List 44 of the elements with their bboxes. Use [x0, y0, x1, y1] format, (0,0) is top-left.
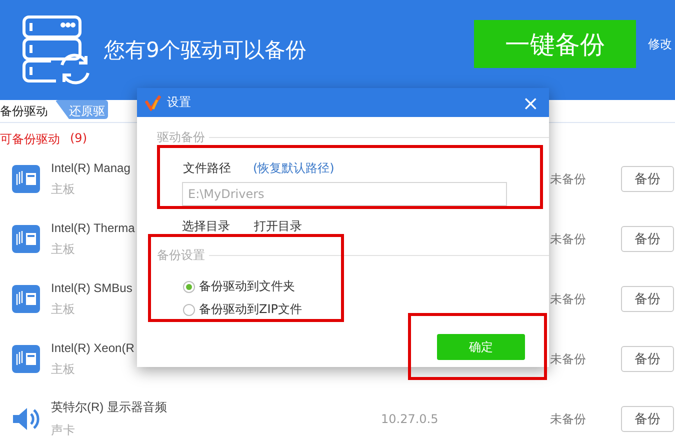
backup-status: 未备份 — [550, 410, 587, 428]
backup-button[interactable]: 备份 — [621, 226, 674, 252]
backup-button[interactable]: 备份 — [621, 166, 674, 192]
backup-button[interactable]: 备份 — [621, 346, 674, 372]
backup-status: 未备份 — [550, 290, 587, 308]
dialog-title: 设置 — [167, 94, 192, 111]
driver-version: 10.27.0.5 — [381, 412, 438, 426]
backup-status: 未备份 — [550, 170, 587, 188]
driver-name: Intel(R) SMBus — [51, 280, 132, 294]
driver-name: Intel(R) Therma — [51, 220, 135, 234]
group-label: 备份设置 — [157, 247, 549, 264]
driver-category: 主板 — [51, 240, 75, 258]
driver-category: 主板 — [51, 300, 75, 318]
device-card-icon — [12, 285, 40, 313]
restore-default-link[interactable]: (恢复默认路径) — [253, 160, 334, 177]
radio-button[interactable] — [183, 280, 195, 292]
backup-status: 未备份 — [550, 230, 587, 248]
speaker-icon — [12, 405, 40, 433]
radio-label: 备份驱动到文件夹 — [199, 278, 295, 295]
driver-name: Intel(R) Xeon(R — [51, 340, 134, 354]
device-card-icon — [12, 225, 40, 253]
driver-category: 主板 — [51, 360, 75, 378]
section-count: (9) — [70, 131, 87, 147]
directory-link[interactable]: 打开目录 — [254, 219, 302, 233]
driver-name: 英特尔(R) 显示器音频 — [51, 399, 167, 416]
radio-button[interactable] — [183, 304, 195, 316]
radio-label: 备份驱动到ZIP文件 — [199, 301, 302, 318]
directory-link[interactable]: 选择目录 — [182, 219, 230, 233]
app-logo-icon — [145, 94, 161, 110]
driver-category: 主板 — [51, 180, 75, 198]
settings-link[interactable]: 修改 — [648, 36, 675, 52]
device-card-icon — [12, 165, 40, 193]
field-label: 文件路径 — [183, 160, 231, 177]
backup-button[interactable]: 备份 — [621, 406, 674, 432]
close-button[interactable]: × — [522, 92, 539, 112]
backup-status: 未备份 — [550, 350, 587, 368]
group-label: 驱动备份 — [157, 129, 549, 146]
backup-summary-title: 您有9个驱动可以备份 — [104, 37, 308, 64]
driver-name: Intel(R) Manag — [51, 160, 130, 174]
device-card-icon — [12, 345, 40, 373]
server-sync-icon — [22, 15, 92, 85]
driver-category: 声卡 — [51, 422, 75, 439]
section-title: 可备份驱动 — [0, 131, 60, 148]
backup-button[interactable]: 备份 — [621, 286, 674, 312]
